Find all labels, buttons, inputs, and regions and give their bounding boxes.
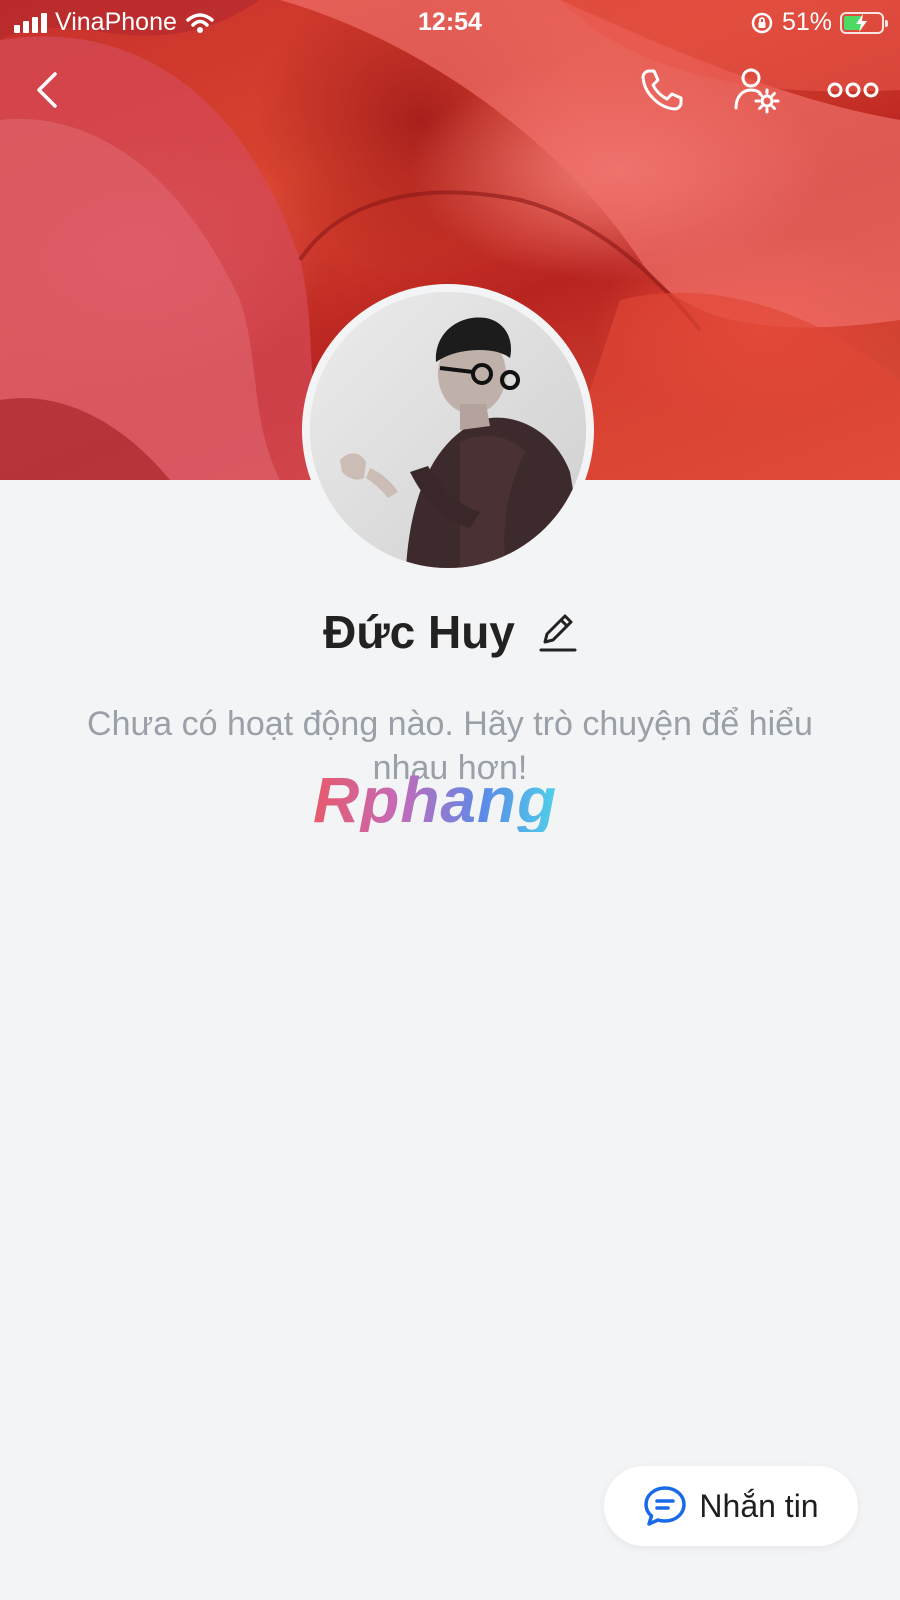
profile-settings-button[interactable]	[728, 62, 784, 118]
call-button[interactable]	[634, 62, 690, 118]
avatar-photo	[310, 292, 586, 568]
person-portrait-image	[310, 292, 586, 568]
avatar[interactable]	[302, 284, 594, 576]
user-settings-icon	[734, 68, 780, 114]
rotation-lock-icon	[751, 12, 773, 33]
carrier-name: VinaPhone	[55, 8, 177, 36]
send-message-button[interactable]: Nhắn tin	[604, 1466, 858, 1546]
send-message-label: Nhắn tin	[699, 1487, 819, 1524]
chat-bubble-icon	[644, 1486, 687, 1526]
wifi-icon	[186, 12, 214, 33]
status-left: VinaPhone	[14, 8, 215, 37]
back-button[interactable]	[20, 62, 76, 118]
watermark-logo: Rphang	[313, 764, 558, 836]
phone-icon	[641, 69, 683, 111]
charging-bolt-icon	[856, 13, 867, 32]
pencil-icon[interactable]	[537, 610, 577, 654]
more-button[interactable]	[825, 62, 881, 118]
chevron-left-icon	[37, 72, 57, 108]
more-dots-icon	[827, 82, 879, 98]
profile-name: Đức Huy	[323, 606, 515, 658]
status-bar: VinaPhone 12:54 51%	[0, 0, 900, 44]
battery-icon	[840, 11, 888, 34]
battery-percent: 51%	[781, 8, 832, 36]
signal-icon	[14, 12, 47, 33]
profile-name-row: Đức Huy	[0, 605, 900, 659]
status-right: 51%	[750, 8, 888, 37]
